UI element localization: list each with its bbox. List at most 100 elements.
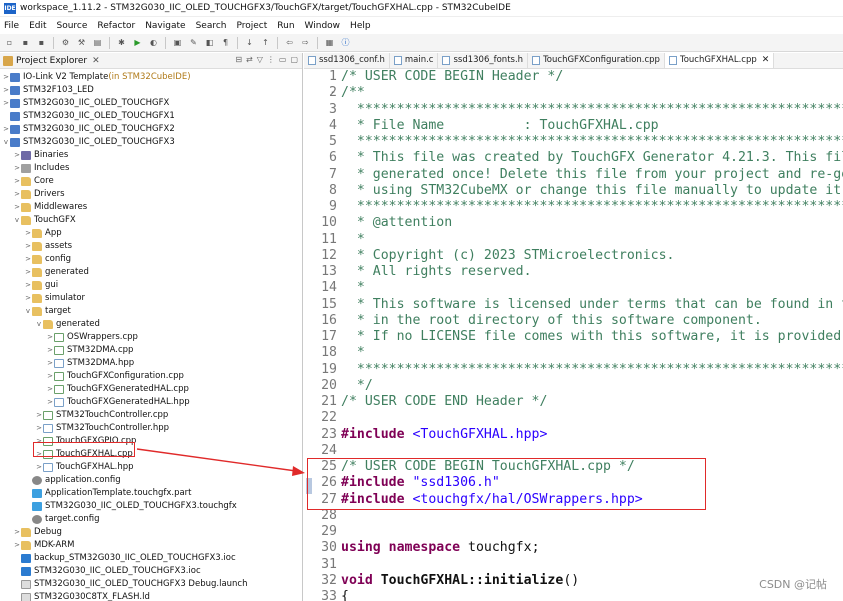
- tree-item[interactable]: > Drivers: [0, 188, 302, 201]
- tree-item[interactable]: > STM32F103_LED: [0, 84, 302, 97]
- editor-tab[interactable]: TouchGFXHAL.cpp ✕: [664, 53, 775, 68]
- menu-item-run[interactable]: Run: [277, 21, 294, 31]
- fold-icon[interactable]: -: [330, 573, 336, 589]
- chevron-right-icon[interactable]: >: [35, 461, 43, 474]
- tree-item[interactable]: target.config: [0, 513, 302, 526]
- menu-item-file[interactable]: File: [4, 21, 19, 31]
- run-icon[interactable]: ▶: [131, 37, 144, 49]
- editor-tab[interactable]: ssd1306_fonts.h: [438, 53, 529, 68]
- chevron-right-icon[interactable]: >: [2, 71, 10, 84]
- chevron-right-icon[interactable]: >: [13, 539, 21, 552]
- chevron-right-icon[interactable]: >: [2, 97, 10, 110]
- chevron-right-icon[interactable]: >: [24, 240, 32, 253]
- menu-item-help[interactable]: Help: [350, 21, 371, 31]
- back-icon[interactable]: ⇦: [283, 37, 296, 49]
- menu-item-search[interactable]: Search: [196, 21, 227, 31]
- editor-tab[interactable]: main.c: [390, 53, 439, 68]
- toggle-mark-icon[interactable]: ◧: [203, 37, 216, 49]
- chevron-right-icon[interactable]: >: [46, 383, 54, 396]
- menu-item-source[interactable]: Source: [57, 21, 88, 31]
- tree-item[interactable]: > TouchGFXGeneratedHAL.cpp: [0, 383, 302, 396]
- chevron-right-icon[interactable]: >: [46, 396, 54, 409]
- maximize-icon[interactable]: ▢: [290, 55, 298, 64]
- tree-item[interactable]: > gui: [0, 279, 302, 292]
- tree-item[interactable]: > STM32G030_IIC_OLED_TOUCHGFX: [0, 97, 302, 110]
- project-explorer-tab[interactable]: Project Explorer: [16, 56, 87, 66]
- chevron-right-icon[interactable]: >: [13, 526, 21, 539]
- tree-item[interactable]: backup_STM32G030_IIC_OLED_TOUCHGFX3.ioc: [0, 552, 302, 565]
- info-icon[interactable]: ⓘ: [339, 37, 352, 49]
- chevron-down-icon[interactable]: v: [24, 305, 32, 318]
- tree-item[interactable]: v TouchGFX: [0, 214, 302, 227]
- prev-annotation-icon[interactable]: ↑: [259, 37, 272, 49]
- chevron-right-icon[interactable]: >: [13, 162, 21, 175]
- close-icon[interactable]: ✕: [92, 56, 100, 66]
- chevron-right-icon[interactable]: >: [35, 422, 43, 435]
- chevron-right-icon[interactable]: >: [24, 227, 32, 240]
- tree-item[interactable]: > generated: [0, 266, 302, 279]
- next-annotation-icon[interactable]: ↓: [243, 37, 256, 49]
- tree-item[interactable]: STM32G030_IIC_OLED_TOUCHGFX3 Debug.launc…: [0, 578, 302, 591]
- new-icon[interactable]: ▫: [3, 37, 16, 49]
- tree-item[interactable]: v target: [0, 305, 302, 318]
- menu-item-project[interactable]: Project: [236, 21, 267, 31]
- chevron-right-icon[interactable]: >: [24, 266, 32, 279]
- chevron-right-icon[interactable]: >: [46, 357, 54, 370]
- save-all-icon[interactable]: ▪: [35, 37, 48, 49]
- debug-icon[interactable]: ✱: [115, 37, 128, 49]
- tree-item[interactable]: > TouchGFXHAL.hpp: [0, 461, 302, 474]
- external-tools-icon[interactable]: ◐: [147, 37, 160, 49]
- forward-icon[interactable]: ⇨: [299, 37, 312, 49]
- tree-item[interactable]: > config: [0, 253, 302, 266]
- tree-item[interactable]: STM32G030_IIC_OLED_TOUCHGFX3.ioc: [0, 565, 302, 578]
- tree-item[interactable]: > IO-Link V2 Template (in STM32CubeIDE): [0, 71, 302, 84]
- tree-item[interactable]: > STM32TouchController.hpp: [0, 422, 302, 435]
- tree-item[interactable]: > OSWrappers.cpp: [0, 331, 302, 344]
- tree-item[interactable]: > Debug: [0, 526, 302, 539]
- tree-item[interactable]: > STM32G030_IIC_OLED_TOUCHGFX2: [0, 123, 302, 136]
- tree-item[interactable]: > STM32DMA.hpp: [0, 357, 302, 370]
- tree-item[interactable]: > Includes: [0, 162, 302, 175]
- tree-item[interactable]: > assets: [0, 240, 302, 253]
- chevron-right-icon[interactable]: >: [24, 292, 32, 305]
- chevron-down-icon[interactable]: v: [35, 318, 43, 331]
- tree-item[interactable]: v STM32G030_IIC_OLED_TOUCHGFX3: [0, 136, 302, 149]
- menu-item-window[interactable]: Window: [305, 21, 341, 31]
- tree-item[interactable]: STM32G030_IIC_OLED_TOUCHGFX3.touchgfx: [0, 500, 302, 513]
- link-editor-icon[interactable]: ⇄: [246, 55, 253, 64]
- settings-icon[interactable]: ⚙: [59, 37, 72, 49]
- tree-item[interactable]: > STM32DMA.cpp: [0, 344, 302, 357]
- tree-item[interactable]: > TouchGFXConfiguration.cpp: [0, 370, 302, 383]
- editor-tab[interactable]: TouchGFXConfiguration.cpp: [528, 53, 665, 68]
- editor-tab[interactable]: ssd1306_conf.h: [304, 53, 390, 68]
- tree-item[interactable]: STM32G030C8TX_FLASH.ld: [0, 591, 302, 601]
- pilcrow-icon[interactable]: ¶: [219, 37, 232, 49]
- tree-item[interactable]: > MDK-ARM: [0, 539, 302, 552]
- tree-item[interactable]: > simulator: [0, 292, 302, 305]
- tree-item[interactable]: v generated: [0, 318, 302, 331]
- tree-item[interactable]: > Middlewares: [0, 201, 302, 214]
- print-icon[interactable]: ▤: [91, 37, 104, 49]
- chevron-right-icon[interactable]: >: [35, 409, 43, 422]
- tree-item[interactable]: > STM32TouchController.cpp: [0, 409, 302, 422]
- fold-icon[interactable]: -: [330, 85, 336, 101]
- open-folder-icon[interactable]: ▣: [171, 37, 184, 49]
- chevron-right-icon[interactable]: >: [46, 370, 54, 383]
- chevron-right-icon[interactable]: >: [46, 344, 54, 357]
- tree-item[interactable]: application.config: [0, 474, 302, 487]
- view-menu-icon[interactable]: ⋮: [267, 55, 275, 64]
- tree-item[interactable]: > TouchGFXGeneratedHAL.hpp: [0, 396, 302, 409]
- edit-icon[interactable]: ✎: [187, 37, 200, 49]
- chevron-right-icon[interactable]: >: [13, 188, 21, 201]
- chevron-right-icon[interactable]: >: [13, 175, 21, 188]
- tree-item[interactable]: > Core: [0, 175, 302, 188]
- chevron-right-icon[interactable]: >: [13, 149, 21, 162]
- menu-item-refactor[interactable]: Refactor: [97, 21, 135, 31]
- close-icon[interactable]: ✕: [762, 55, 770, 65]
- minimize-icon[interactable]: ▭: [279, 55, 287, 64]
- menu-item-edit[interactable]: Edit: [29, 21, 46, 31]
- open-perspective-icon[interactable]: ▦: [323, 37, 336, 49]
- tree-item[interactable]: > Binaries: [0, 149, 302, 162]
- tree-item[interactable]: STM32G030_IIC_OLED_TOUCHGFX1: [0, 110, 302, 123]
- code-area[interactable]: 1/* USER CODE BEGIN Header */2-/** 3 ****…: [304, 69, 843, 601]
